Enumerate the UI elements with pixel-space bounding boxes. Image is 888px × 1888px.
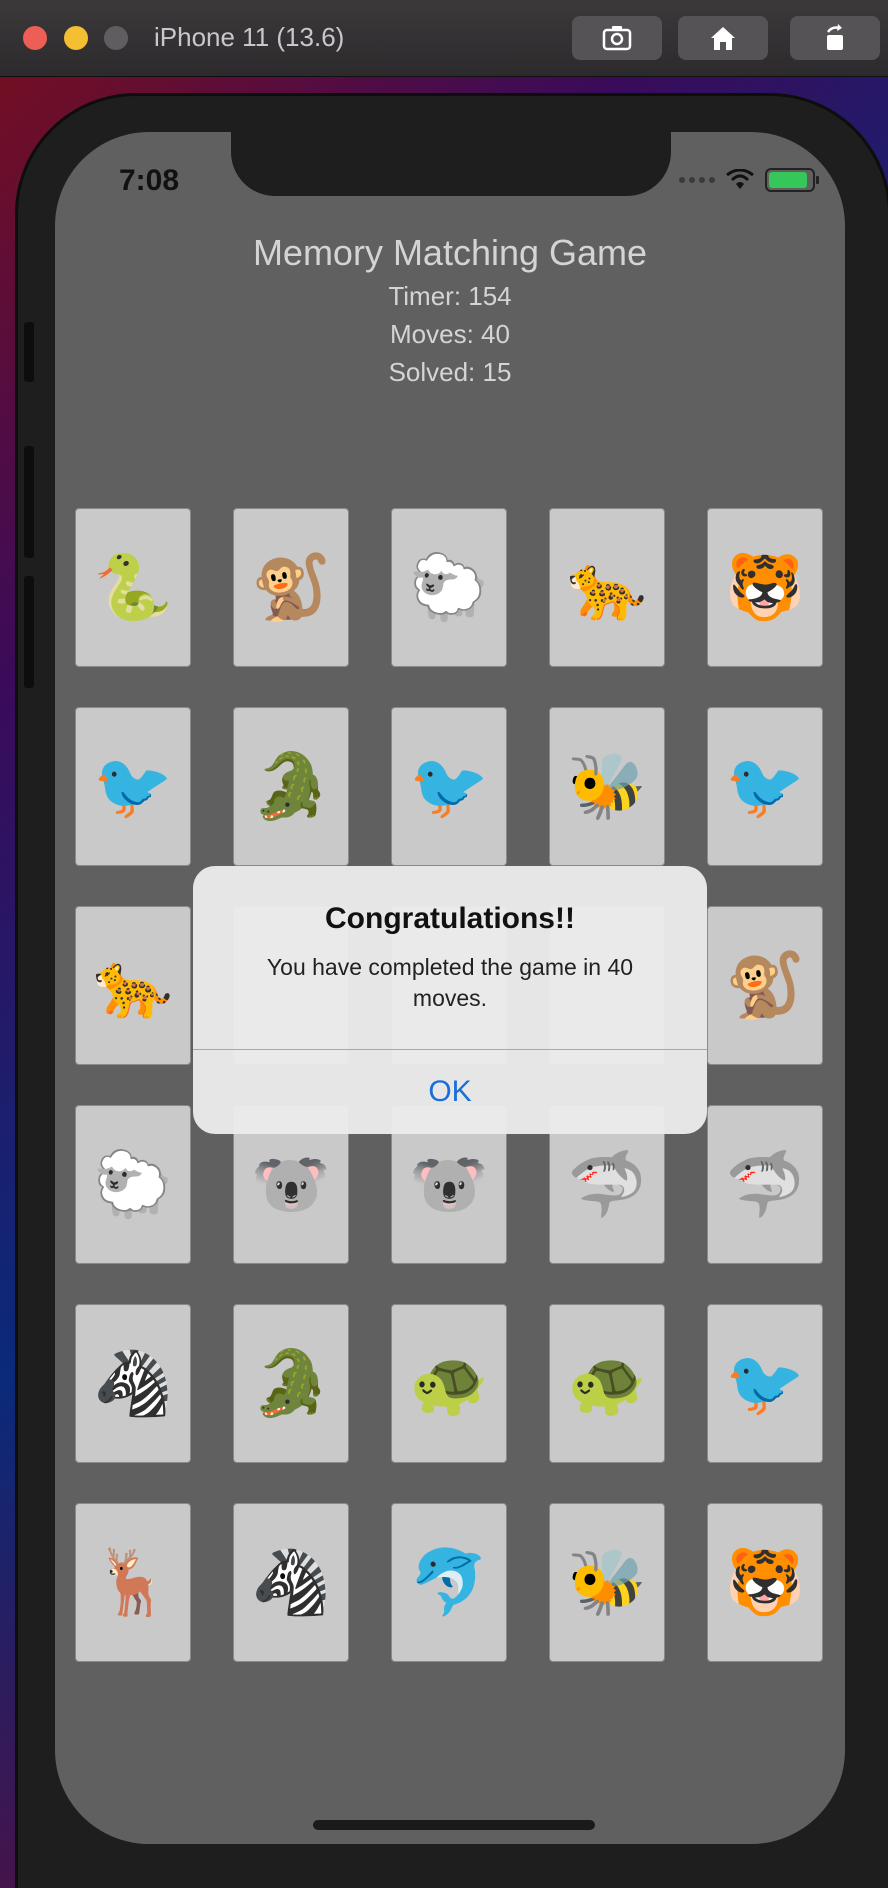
card-lemur[interactable]: 🐒	[233, 508, 349, 667]
ostrich-icon: 🐦	[725, 1347, 805, 1419]
ostrich-icon: 🐦	[725, 750, 805, 822]
card-ostrich[interactable]: 🐦	[707, 707, 823, 866]
game-title: Memory Matching Game	[252, 232, 648, 273]
card-lemur[interactable]: 🐒	[707, 906, 823, 1065]
zebra-icon: 🦓	[93, 1347, 173, 1419]
card-deer[interactable]: 🦌	[75, 1503, 191, 1662]
card-toucan[interactable]: 🐦	[391, 707, 507, 866]
lemur-icon: 🐒	[725, 949, 805, 1021]
card-toucan[interactable]: 🐦	[75, 707, 191, 866]
home-button[interactable]	[678, 16, 768, 60]
cheetah-icon: 🐆	[567, 551, 647, 623]
card-zebra[interactable]: 🦓	[233, 1503, 349, 1662]
minimize-window-button[interactable]	[64, 26, 88, 50]
timer-label: Timer: 154	[388, 281, 512, 311]
alert-message: You have completed the game in 40 moves.	[266, 954, 634, 1011]
crocodile-icon: 🐊	[251, 1347, 331, 1419]
cellular-signal-icon	[679, 177, 715, 183]
snake-icon: 🐍	[93, 551, 173, 623]
status-time: 7:08	[119, 164, 180, 197]
status-indicators	[679, 168, 819, 192]
turtle-icon: 🐢	[567, 1347, 647, 1419]
sheep-icon: 🐑	[409, 551, 489, 623]
congratulations-alert: Congratulations!! You have completed the…	[193, 866, 707, 1134]
card-ostrich[interactable]: 🐦	[707, 1304, 823, 1463]
screenshot-button[interactable]	[572, 16, 662, 60]
solved-label: Solved: 15	[388, 357, 512, 387]
shark-icon: 🦈	[567, 1148, 647, 1220]
notch	[231, 132, 671, 196]
card-tiger[interactable]: 🐯	[707, 508, 823, 667]
deer-icon: 🦌	[93, 1546, 173, 1618]
card-shark[interactable]: 🦈	[707, 1105, 823, 1264]
card-bee[interactable]: 🐝	[549, 707, 665, 866]
lemur-icon: 🐒	[251, 551, 331, 623]
alert-ok-button[interactable]: OK	[193, 1050, 707, 1134]
toucan-icon: 🐦	[409, 750, 489, 822]
bee-icon: 🐝	[567, 1546, 647, 1618]
card-turtle[interactable]: 🐢	[391, 1304, 507, 1463]
card-bee[interactable]: 🐝	[549, 1503, 665, 1662]
card-snake[interactable]: 🐍	[75, 508, 191, 667]
tiger-icon: 🐯	[725, 551, 805, 623]
camera-icon	[602, 26, 632, 51]
bee-icon: 🐝	[567, 750, 647, 822]
battery-icon	[765, 168, 819, 192]
card-zebra[interactable]: 🦓	[75, 1304, 191, 1463]
alert-title: Congratulations!!	[325, 902, 575, 935]
card-sheep[interactable]: 🐑	[75, 1105, 191, 1264]
dolphin-icon: 🐬	[409, 1546, 489, 1618]
rotate-button[interactable]	[790, 16, 880, 60]
card-dolphin[interactable]: 🐬	[391, 1503, 507, 1662]
home-indicator[interactable]	[313, 1820, 595, 1830]
wifi-icon	[726, 169, 754, 189]
mute-switch	[24, 322, 34, 382]
cheetah-icon: 🐆	[93, 949, 173, 1021]
simulator-titlebar: iPhone 11 (13.6)	[0, 0, 888, 77]
crocodile-icon: 🐊	[251, 750, 331, 822]
turtle-icon: 🐢	[409, 1347, 489, 1419]
shark-icon: 🦈	[725, 1148, 805, 1220]
rotate-icon	[826, 24, 843, 50]
volume-down-button	[24, 576, 34, 688]
sheep-icon: 🐑	[93, 1148, 173, 1220]
card-sheep[interactable]: 🐑	[391, 508, 507, 667]
volume-up-button	[24, 446, 34, 558]
zebra-icon: 🦓	[251, 1546, 331, 1618]
card-crocodile[interactable]: 🐊	[233, 707, 349, 866]
koala-icon: 🐨	[409, 1148, 489, 1220]
zoom-window-button[interactable]	[104, 26, 128, 50]
card-crocodile[interactable]: 🐊	[233, 1304, 349, 1463]
home-icon	[711, 27, 735, 50]
moves-label: Moves: 40	[390, 319, 510, 349]
close-window-button[interactable]	[23, 26, 47, 50]
card-cheetah[interactable]: 🐆	[75, 906, 191, 1065]
card-turtle[interactable]: 🐢	[549, 1304, 665, 1463]
card-tiger[interactable]: 🐯	[707, 1503, 823, 1662]
koala-icon: 🐨	[251, 1148, 331, 1220]
window-title: iPhone 11 (13.6)	[154, 22, 345, 52]
tiger-icon: 🐯	[725, 1546, 805, 1618]
card-cheetah[interactable]: 🐆	[549, 508, 665, 667]
toucan-icon: 🐦	[93, 750, 173, 822]
